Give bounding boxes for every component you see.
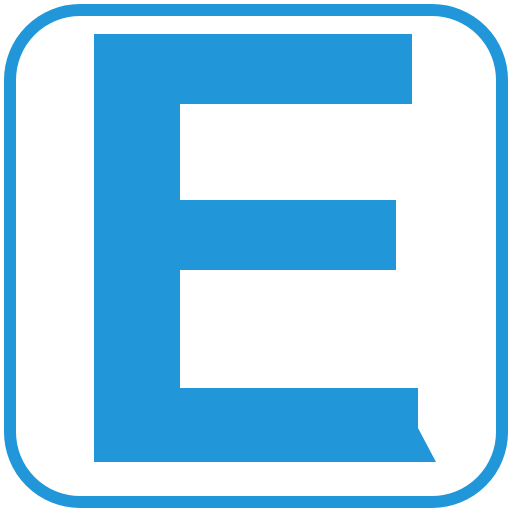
app-icon	[0, 0, 512, 512]
letter-e-logo-icon	[4, 4, 508, 508]
letter-e-glyph	[94, 34, 436, 462]
